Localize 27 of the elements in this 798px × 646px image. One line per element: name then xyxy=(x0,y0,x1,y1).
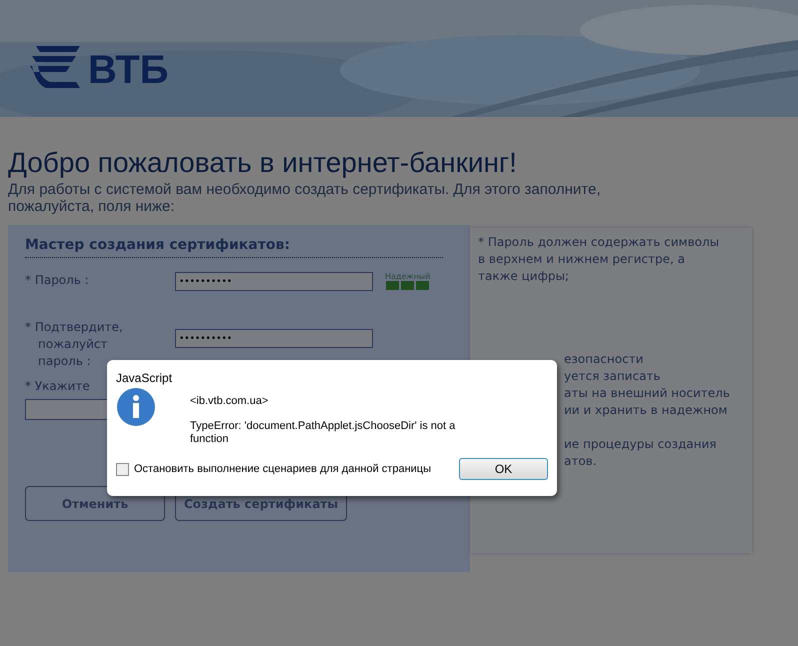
dialog-title: JavaScript xyxy=(116,371,174,385)
hint-text: ии и хранить в надежном xyxy=(564,402,728,419)
checkbox[interactable] xyxy=(116,462,129,476)
hint-text: езопасности xyxy=(564,351,644,368)
logo-text: ВТБ xyxy=(88,50,169,90)
hint-text: аты на внешний носитель xyxy=(564,385,730,402)
wizard-heading: Мастер создания сертификатов: xyxy=(25,237,443,258)
hint-text: * Пароль должен содержать символы в верхнем и нижнем регистре, а также цифры; xyxy=(478,234,720,285)
password-field[interactable]: •••••••••• xyxy=(175,329,373,348)
field-label: пароль : xyxy=(37,353,92,370)
checkbox-label: Остановить выполнение сценариев для данной страницы xyxy=(134,463,431,475)
hint-text: атов. xyxy=(564,453,597,470)
ok-button[interactable]: OK xyxy=(459,458,548,480)
path-field[interactable] xyxy=(25,399,109,420)
intro-text: Для работы с системой вам необходимо создать сертификаты. Для этого заполните, пожалуйста, поля ниже: xyxy=(8,181,602,215)
password-field[interactable]: •••••••••• xyxy=(175,272,373,291)
hint-text: ие процедуры создания xyxy=(564,436,716,453)
field-label: * Укажите xyxy=(25,379,90,393)
hint-text: уется записать xyxy=(564,368,660,385)
dialog-message: TypeError: 'document.PathApplet.jsChooseDir' is not a function xyxy=(190,420,456,446)
page-title: Добро пожаловать в интернет-банкинг! xyxy=(8,147,518,179)
dialog-origin: <ib.vtb.com.ua> xyxy=(190,395,270,408)
field-label: пожалуйст xyxy=(37,336,109,353)
strength-label: Надежный xyxy=(385,272,430,281)
field-label: * Пароль : xyxy=(25,272,90,289)
info-icon xyxy=(116,387,156,427)
field-label: * Подтвердите, xyxy=(25,319,124,336)
